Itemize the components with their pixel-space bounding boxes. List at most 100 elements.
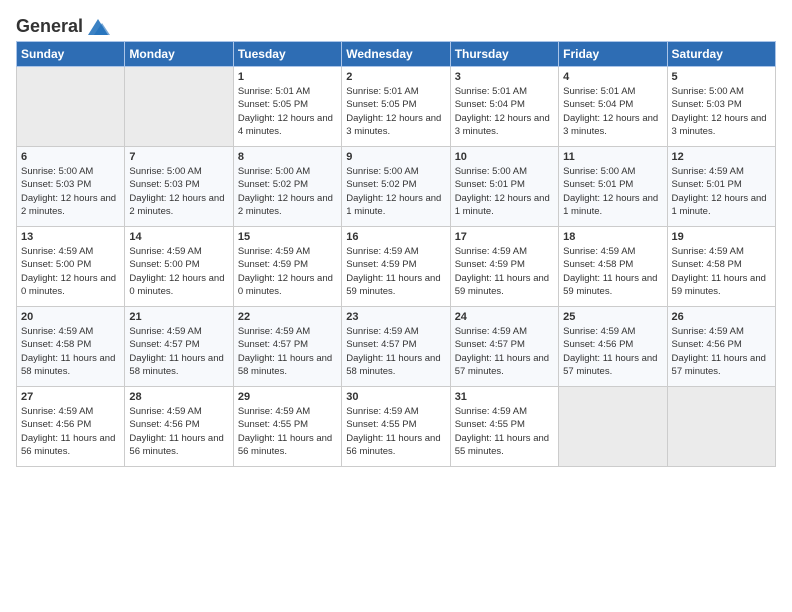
day-info: Sunrise: 4:59 AM Sunset: 4:56 PM Dayligh…	[129, 405, 228, 458]
day-info: Sunrise: 5:00 AM Sunset: 5:03 PM Dayligh…	[129, 165, 228, 218]
calendar-cell: 23 Sunrise: 4:59 AM Sunset: 4:57 PM Dayli…	[342, 307, 450, 387]
day-number: 29	[238, 391, 337, 403]
day-info: Sunrise: 5:00 AM Sunset: 5:02 PM Dayligh…	[238, 165, 337, 218]
day-number: 10	[455, 151, 554, 163]
calendar-cell: 27 Sunrise: 4:59 AM Sunset: 4:56 PM Dayli…	[17, 387, 125, 467]
calendar-cell: 9 Sunrise: 5:00 AM Sunset: 5:02 PM Daylig…	[342, 147, 450, 227]
day-info: Sunrise: 4:59 AM Sunset: 5:00 PM Dayligh…	[21, 245, 120, 298]
col-header-saturday: Saturday	[667, 42, 775, 67]
day-info: Sunrise: 4:59 AM Sunset: 4:58 PM Dayligh…	[672, 245, 771, 298]
day-info: Sunrise: 5:00 AM Sunset: 5:02 PM Dayligh…	[346, 165, 445, 218]
day-number: 18	[563, 231, 662, 243]
day-info: Sunrise: 5:00 AM Sunset: 5:03 PM Dayligh…	[21, 165, 120, 218]
col-header-thursday: Thursday	[450, 42, 558, 67]
day-info: Sunrise: 4:59 AM Sunset: 4:55 PM Dayligh…	[238, 405, 337, 458]
day-info: Sunrise: 4:59 AM Sunset: 5:00 PM Dayligh…	[129, 245, 228, 298]
day-info: Sunrise: 4:59 AM Sunset: 4:57 PM Dayligh…	[346, 325, 445, 378]
logo-icon	[84, 17, 112, 37]
logo: General	[16, 16, 113, 33]
day-number: 8	[238, 151, 337, 163]
page-header: General	[16, 16, 776, 33]
day-info: Sunrise: 4:59 AM Sunset: 4:59 PM Dayligh…	[346, 245, 445, 298]
day-number: 7	[129, 151, 228, 163]
day-number: 2	[346, 71, 445, 83]
day-number: 14	[129, 231, 228, 243]
day-number: 27	[21, 391, 120, 403]
day-info: Sunrise: 5:00 AM Sunset: 5:03 PM Dayligh…	[672, 85, 771, 138]
day-info: Sunrise: 4:59 AM Sunset: 4:56 PM Dayligh…	[21, 405, 120, 458]
col-header-sunday: Sunday	[17, 42, 125, 67]
day-number: 25	[563, 311, 662, 323]
day-info: Sunrise: 4:59 AM Sunset: 4:58 PM Dayligh…	[563, 245, 662, 298]
day-number: 6	[21, 151, 120, 163]
day-info: Sunrise: 4:59 AM Sunset: 4:59 PM Dayligh…	[455, 245, 554, 298]
day-info: Sunrise: 4:59 AM Sunset: 4:56 PM Dayligh…	[672, 325, 771, 378]
day-number: 5	[672, 71, 771, 83]
calendar-cell	[559, 387, 667, 467]
calendar-cell: 15 Sunrise: 4:59 AM Sunset: 4:59 PM Dayli…	[233, 227, 341, 307]
day-number: 22	[238, 311, 337, 323]
day-info: Sunrise: 5:01 AM Sunset: 5:04 PM Dayligh…	[563, 85, 662, 138]
day-number: 16	[346, 231, 445, 243]
calendar-cell: 13Sunrise: 4:59 AM Sunset: 5:00 PM Dayli…	[17, 227, 125, 307]
calendar-cell: 17 Sunrise: 4:59 AM Sunset: 4:59 PM Dayli…	[450, 227, 558, 307]
calendar-cell	[17, 67, 125, 147]
calendar-cell: 21 Sunrise: 4:59 AM Sunset: 4:57 PM Dayli…	[125, 307, 233, 387]
calendar-cell: 5 Sunrise: 5:00 AM Sunset: 5:03 PM Daylig…	[667, 67, 775, 147]
day-number: 23	[346, 311, 445, 323]
calendar-table: SundayMondayTuesdayWednesdayThursdayFrid…	[16, 41, 776, 467]
day-number: 1	[238, 71, 337, 83]
logo-general: General	[16, 16, 83, 37]
calendar-cell: 12Sunrise: 4:59 AM Sunset: 5:01 PM Dayli…	[667, 147, 775, 227]
day-number: 17	[455, 231, 554, 243]
calendar-cell: 29 Sunrise: 4:59 AM Sunset: 4:55 PM Dayli…	[233, 387, 341, 467]
day-info: Sunrise: 4:59 AM Sunset: 4:58 PM Dayligh…	[21, 325, 120, 378]
calendar-cell: 7 Sunrise: 5:00 AM Sunset: 5:03 PM Daylig…	[125, 147, 233, 227]
day-number: 21	[129, 311, 228, 323]
calendar-cell: 1 Sunrise: 5:01 AM Sunset: 5:05 PM Daylig…	[233, 67, 341, 147]
calendar-cell: 14 Sunrise: 4:59 AM Sunset: 5:00 PM Dayli…	[125, 227, 233, 307]
day-number: 28	[129, 391, 228, 403]
calendar-cell: 18 Sunrise: 4:59 AM Sunset: 4:58 PM Dayli…	[559, 227, 667, 307]
day-info: Sunrise: 4:59 AM Sunset: 4:55 PM Dayligh…	[455, 405, 554, 458]
calendar-cell	[125, 67, 233, 147]
calendar-cell	[667, 387, 775, 467]
day-number: 15	[238, 231, 337, 243]
col-header-friday: Friday	[559, 42, 667, 67]
calendar-cell: 28 Sunrise: 4:59 AM Sunset: 4:56 PM Dayli…	[125, 387, 233, 467]
calendar-cell: 24 Sunrise: 4:59 AM Sunset: 4:57 PM Dayli…	[450, 307, 558, 387]
calendar-cell: 10 Sunrise: 5:00 AM Sunset: 5:01 PM Dayli…	[450, 147, 558, 227]
calendar-cell: 2 Sunrise: 5:01 AM Sunset: 5:05 PM Daylig…	[342, 67, 450, 147]
day-number: 3	[455, 71, 554, 83]
calendar-cell: 22 Sunrise: 4:59 AM Sunset: 4:57 PM Dayli…	[233, 307, 341, 387]
day-info: Sunrise: 5:01 AM Sunset: 5:05 PM Dayligh…	[238, 85, 337, 138]
day-number: 30	[346, 391, 445, 403]
day-info: Sunrise: 4:59 AM Sunset: 4:55 PM Dayligh…	[346, 405, 445, 458]
day-info: Sunrise: 4:59 AM Sunset: 4:57 PM Dayligh…	[129, 325, 228, 378]
day-info: Sunrise: 5:01 AM Sunset: 5:04 PM Dayligh…	[455, 85, 554, 138]
day-info: Sunrise: 4:59 AM Sunset: 4:57 PM Dayligh…	[455, 325, 554, 378]
day-number: 19	[672, 231, 771, 243]
calendar-cell: 11 Sunrise: 5:00 AM Sunset: 5:01 PM Dayli…	[559, 147, 667, 227]
day-info: Sunrise: 4:59 AM Sunset: 4:57 PM Dayligh…	[238, 325, 337, 378]
calendar-cell: 3 Sunrise: 5:01 AM Sunset: 5:04 PM Daylig…	[450, 67, 558, 147]
calendar-cell: 20 Sunrise: 4:59 AM Sunset: 4:58 PM Dayli…	[17, 307, 125, 387]
day-info: Sunrise: 5:00 AM Sunset: 5:01 PM Dayligh…	[455, 165, 554, 218]
day-number: 24	[455, 311, 554, 323]
calendar-cell: 25 Sunrise: 4:59 AM Sunset: 4:56 PM Dayli…	[559, 307, 667, 387]
day-info: Sunrise: 4:59 AM Sunset: 4:56 PM Dayligh…	[563, 325, 662, 378]
day-number: 9	[346, 151, 445, 163]
day-info: Sunrise: 4:59 AM Sunset: 4:59 PM Dayligh…	[238, 245, 337, 298]
calendar-cell: 31 Sunrise: 4:59 AM Sunset: 4:55 PM Dayli…	[450, 387, 558, 467]
calendar-cell: 8 Sunrise: 5:00 AM Sunset: 5:02 PM Daylig…	[233, 147, 341, 227]
calendar-cell: 16 Sunrise: 4:59 AM Sunset: 4:59 PM Dayli…	[342, 227, 450, 307]
day-number: 31	[455, 391, 554, 403]
calendar-cell: 26Sunrise: 4:59 AM Sunset: 4:56 PM Dayli…	[667, 307, 775, 387]
day-info: Sunrise: 5:00 AM Sunset: 5:01 PM Dayligh…	[563, 165, 662, 218]
calendar-cell: 4Sunrise: 5:01 AM Sunset: 5:04 PM Daylig…	[559, 67, 667, 147]
col-header-wednesday: Wednesday	[342, 42, 450, 67]
day-info: Sunrise: 5:01 AM Sunset: 5:05 PM Dayligh…	[346, 85, 445, 138]
day-number: 11	[563, 151, 662, 163]
day-number: 12	[672, 151, 771, 163]
day-number: 20	[21, 311, 120, 323]
